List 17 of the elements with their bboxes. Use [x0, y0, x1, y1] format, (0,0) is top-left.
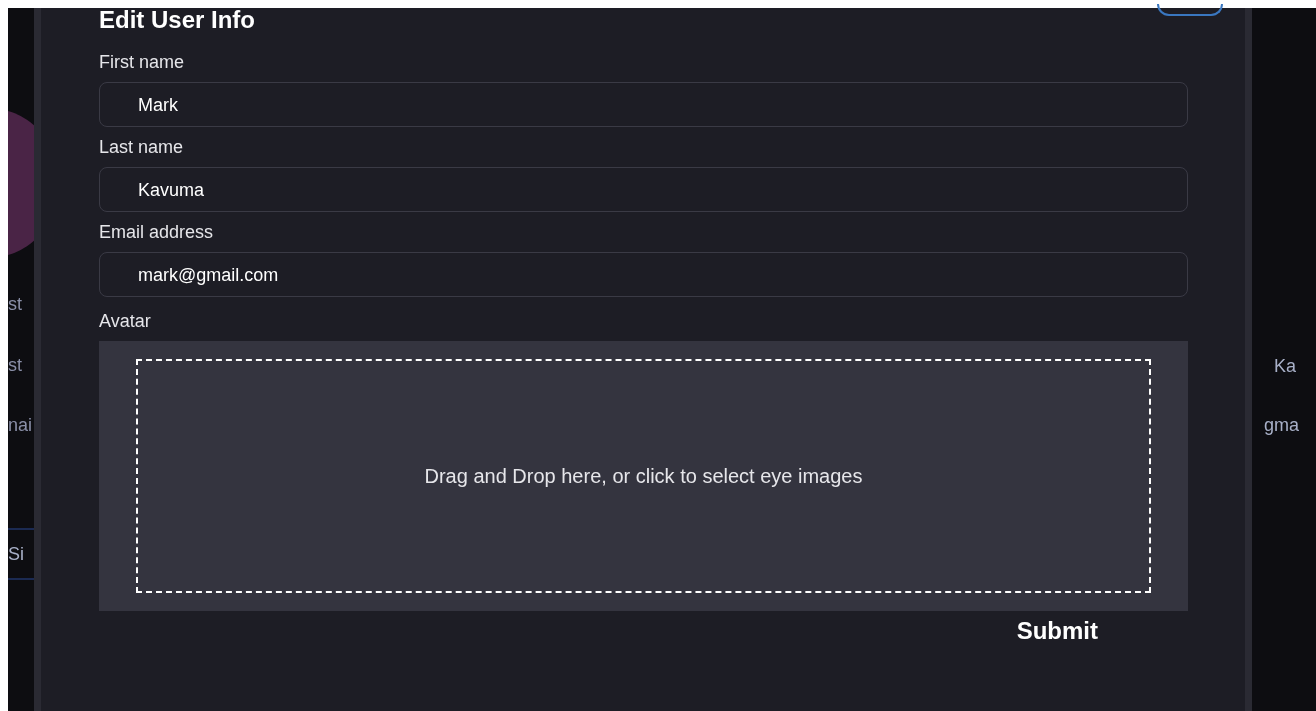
- field-label: Last name: [99, 136, 185, 159]
- background-text: Ka: [1274, 355, 1297, 378]
- dropzone[interactable]: Drag and Drop here, or click to select eye images: [136, 359, 1151, 593]
- text-field[interactable]: Kavuma: [99, 167, 1188, 212]
- submit-button[interactable]: Submit: [1016, 615, 1098, 647]
- background-text: nai: [8, 414, 33, 437]
- dialog-title: Edit User Info: [99, 8, 255, 32]
- text-field[interactable]: mark@gmail.com: [99, 252, 1188, 297]
- field-label: Avatar: [99, 310, 152, 333]
- field-label: Email address: [99, 221, 215, 244]
- close-button[interactable]: [1157, 4, 1223, 16]
- background-text: st: [8, 293, 22, 316]
- text-field[interactable]: Mark: [99, 82, 1188, 127]
- background-text: st: [8, 354, 22, 377]
- background-text: gma: [1264, 414, 1299, 437]
- field-label: First name: [99, 51, 186, 74]
- dropzone-text: Drag and Drop here, or click to select eye images: [424, 464, 863, 489]
